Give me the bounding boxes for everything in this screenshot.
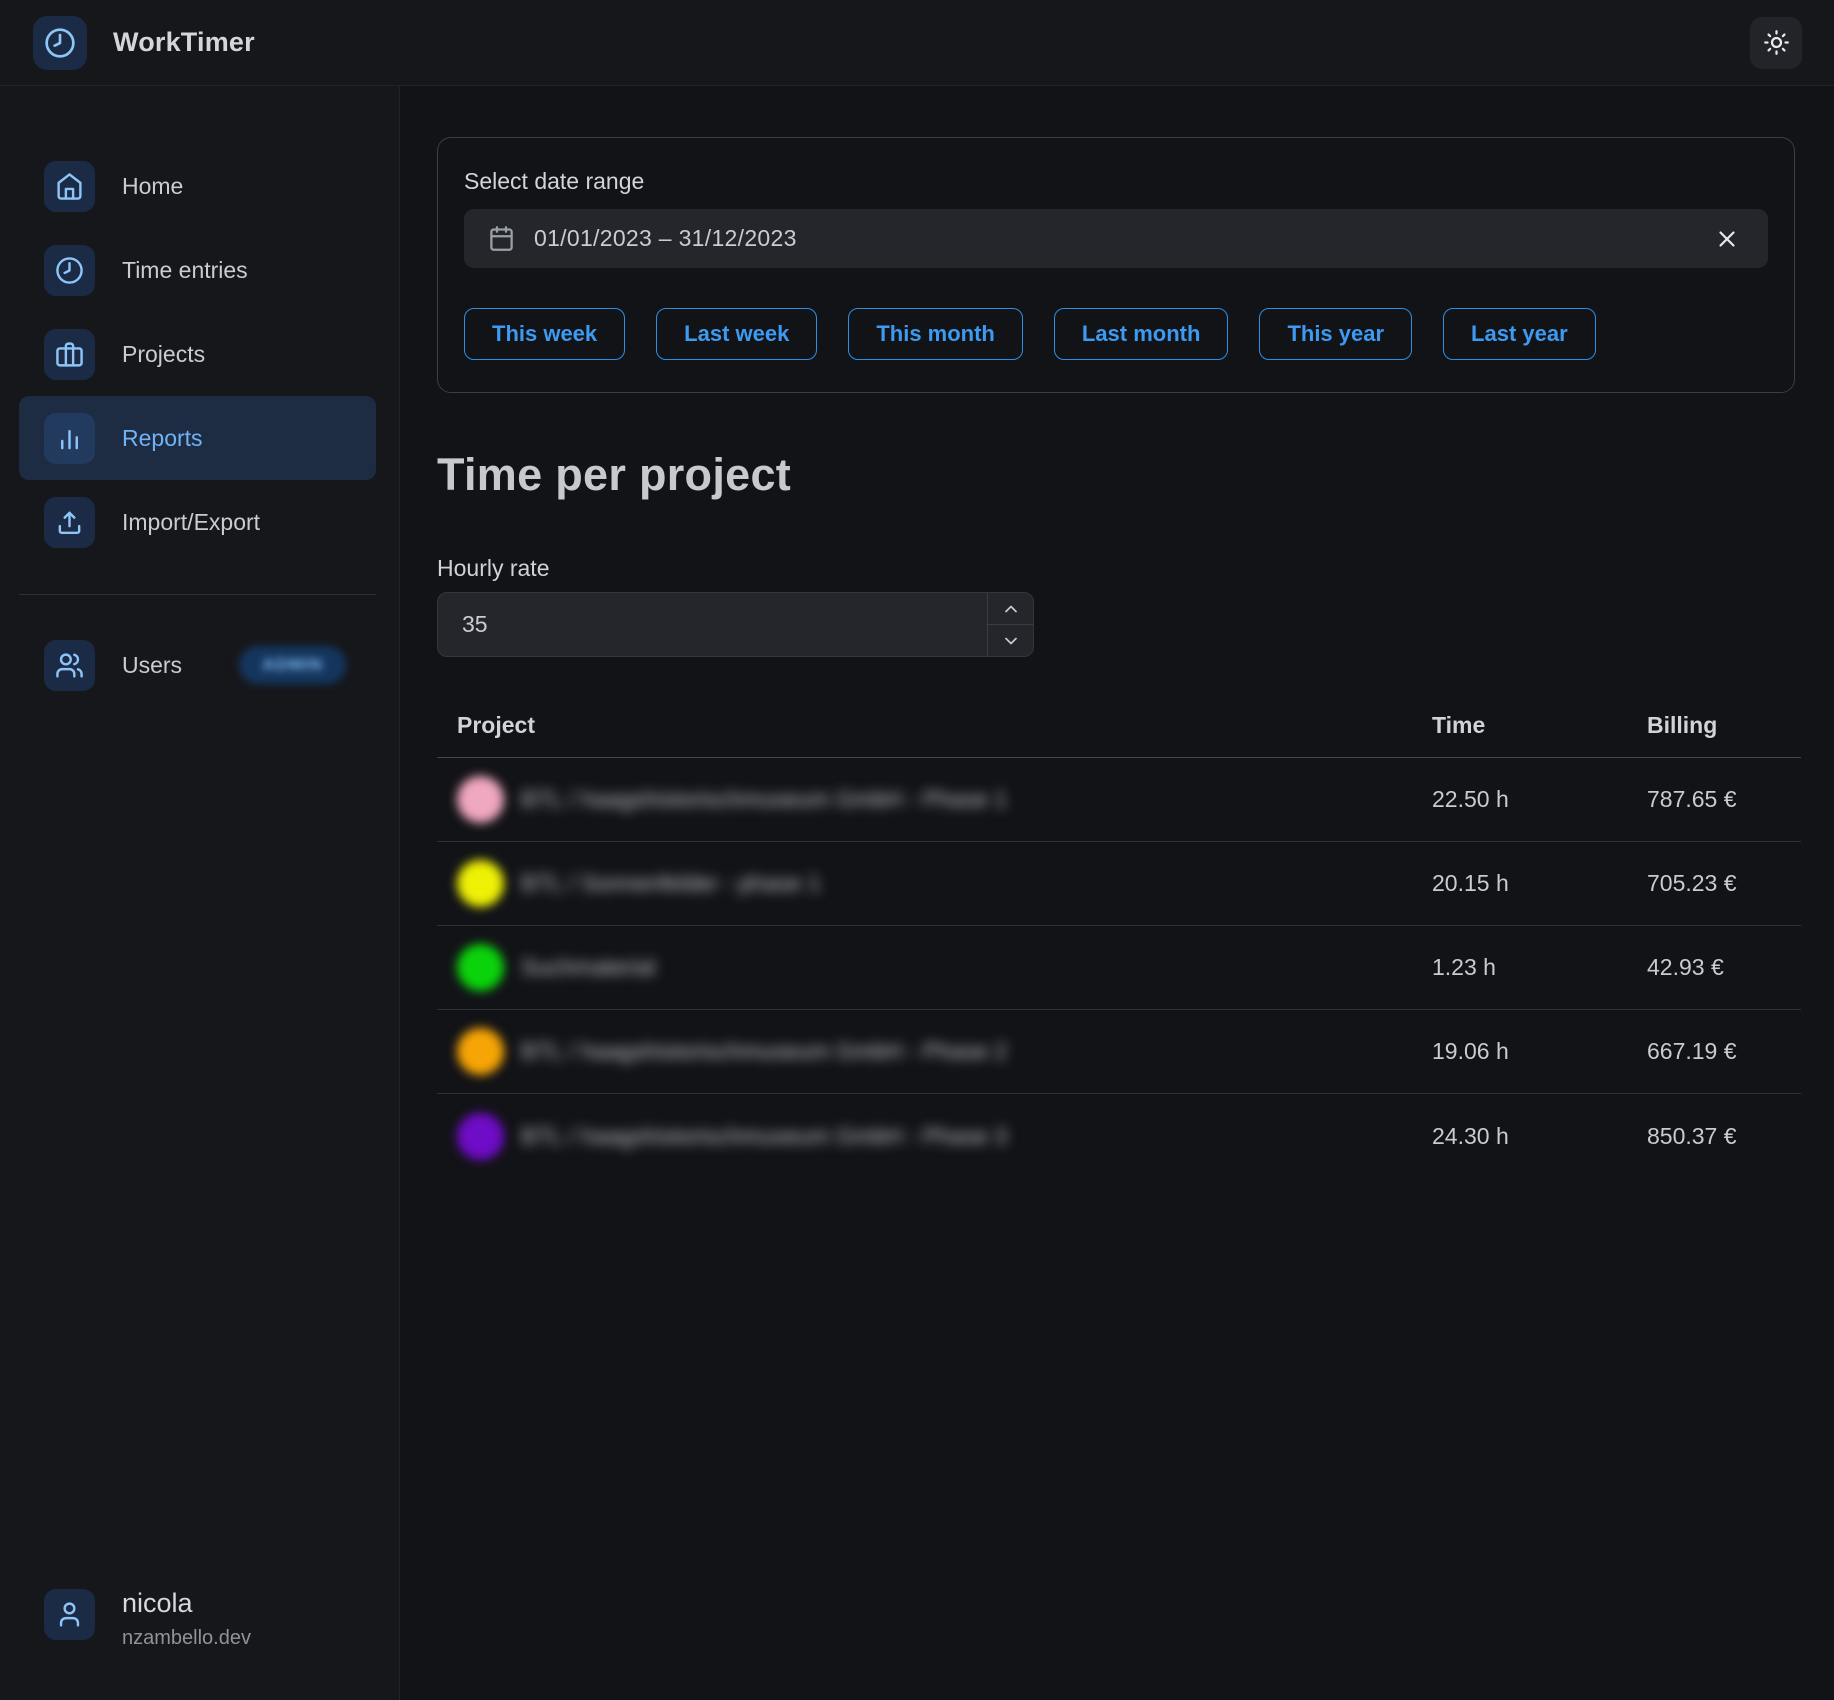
project-cell: Suchmaterial bbox=[437, 944, 1432, 991]
calendar-icon bbox=[488, 225, 515, 252]
chevron-up-icon bbox=[1001, 599, 1021, 619]
table-row: Suchmaterial 1.23 h 42.93 € bbox=[437, 926, 1801, 1010]
date-range-card: Select date range 01/01/2023 – 31/12/202… bbox=[437, 137, 1795, 393]
sidebar-item-time-entries[interactable]: Time entries bbox=[19, 228, 376, 312]
date-range-input[interactable]: 01/01/2023 – 31/12/2023 bbox=[464, 209, 1768, 268]
last-week-button[interactable]: Last week bbox=[656, 308, 817, 360]
this-year-button[interactable]: This year bbox=[1259, 308, 1412, 360]
sidebar-divider bbox=[19, 594, 376, 595]
sidebar-item-label: Reports bbox=[122, 425, 203, 452]
sidebar-item-projects[interactable]: Projects bbox=[19, 312, 376, 396]
sidebar-item-home[interactable]: Home bbox=[19, 144, 376, 228]
project-cell: BTL / haagshistorischmuseum GmbH - Phase… bbox=[437, 776, 1432, 823]
sidebar: Home Time entries Projects Reports Impor bbox=[0, 86, 400, 1700]
x-icon bbox=[1714, 226, 1740, 252]
page-title: Time per project bbox=[437, 449, 1795, 501]
time-cell: 20.15 h bbox=[1432, 870, 1647, 897]
project-name-redacted: Suchmaterial bbox=[521, 954, 655, 981]
billing-cell: 850.37 € bbox=[1647, 1123, 1801, 1150]
project-color-dot bbox=[457, 776, 504, 823]
column-header-project: Project bbox=[437, 712, 1432, 739]
time-cell: 22.50 h bbox=[1432, 786, 1647, 813]
project-color-dot bbox=[457, 1113, 504, 1160]
table-row: BTL / haagshistorischmuseum GmbH - Phase… bbox=[437, 1010, 1801, 1094]
project-cell: BTL / haagshistorischmuseum GmbH - Phase… bbox=[437, 1113, 1432, 1160]
hourly-rate-stepper bbox=[437, 592, 1034, 657]
last-month-button[interactable]: Last month bbox=[1054, 308, 1229, 360]
chevron-down-icon bbox=[1001, 631, 1021, 651]
billing-cell: 705.23 € bbox=[1647, 870, 1801, 897]
billing-cell: 667.19 € bbox=[1647, 1038, 1801, 1065]
sidebar-item-reports[interactable]: Reports bbox=[19, 396, 376, 480]
table-header: Project Time Billing bbox=[437, 712, 1801, 758]
briefcase-icon bbox=[44, 329, 95, 380]
theme-toggle-button[interactable] bbox=[1750, 17, 1802, 69]
project-name-redacted: BTL / haagshistorischmuseum GmbH - Phase… bbox=[521, 1038, 1007, 1065]
table-row: BTL / haagshistorischmuseum GmbH - Phase… bbox=[437, 1094, 1801, 1178]
project-name-redacted: BTL / haagshistorischmuseum GmbH - Phase… bbox=[521, 1123, 1007, 1150]
table-row: BTL / Sonnenfelder - phase 1 20.15 h 705… bbox=[437, 842, 1801, 926]
column-header-time: Time bbox=[1432, 712, 1647, 739]
user-profile[interactable]: nicola nzambello.dev bbox=[19, 1589, 376, 1650]
sidebar-item-users[interactable]: Users ADMIN bbox=[19, 623, 376, 707]
decrement-button[interactable] bbox=[988, 624, 1033, 656]
date-range-value: 01/01/2023 – 31/12/2023 bbox=[534, 225, 797, 252]
billing-cell: 787.65 € bbox=[1647, 786, 1801, 813]
clock-icon bbox=[44, 27, 76, 59]
home-icon bbox=[44, 161, 95, 212]
upload-icon bbox=[44, 497, 95, 548]
project-color-dot bbox=[457, 860, 504, 907]
project-name-redacted: BTL / haagshistorischmuseum GmbH - Phase… bbox=[521, 786, 1007, 813]
stepper-buttons bbox=[987, 593, 1033, 656]
time-cell: 19.06 h bbox=[1432, 1038, 1647, 1065]
bar-chart-icon bbox=[44, 413, 95, 464]
sidebar-spacer bbox=[0, 707, 399, 1589]
hourly-rate-label: Hourly rate bbox=[437, 555, 1795, 582]
user-profile-text: nicola nzambello.dev bbox=[122, 1589, 251, 1650]
sidebar-item-import-export[interactable]: Import/Export bbox=[19, 480, 376, 564]
sidebar-item-label: Projects bbox=[122, 341, 205, 368]
hourly-rate-input[interactable] bbox=[438, 593, 987, 656]
clear-date-range-button[interactable] bbox=[1710, 222, 1744, 256]
topbar: WorkTimer bbox=[0, 0, 1834, 86]
admin-badge: ADMIN bbox=[239, 646, 346, 684]
project-color-dot bbox=[457, 1028, 504, 1075]
increment-button[interactable] bbox=[988, 593, 1033, 624]
user-name: nicola bbox=[122, 1589, 251, 1619]
date-range-label: Select date range bbox=[464, 168, 1768, 195]
user-icon bbox=[44, 1589, 95, 1640]
time-cell: 1.23 h bbox=[1432, 954, 1647, 981]
sidebar-item-label: Time entries bbox=[122, 257, 248, 284]
billing-cell: 42.93 € bbox=[1647, 954, 1801, 981]
project-cell: BTL / Sonnenfelder - phase 1 bbox=[437, 860, 1432, 907]
table-row: BTL / haagshistorischmuseum GmbH - Phase… bbox=[437, 758, 1801, 842]
sidebar-item-label: Home bbox=[122, 173, 183, 200]
last-year-button[interactable]: Last year bbox=[1443, 308, 1596, 360]
time-per-project-table: Project Time Billing BTL / haagshistoris… bbox=[437, 712, 1801, 1178]
column-header-billing: Billing bbox=[1647, 712, 1801, 739]
clock-icon bbox=[44, 245, 95, 296]
sun-icon bbox=[1763, 29, 1790, 56]
sidebar-item-label: Import/Export bbox=[122, 509, 260, 536]
time-cell: 24.30 h bbox=[1432, 1123, 1647, 1150]
project-color-dot bbox=[457, 944, 504, 991]
app-logo bbox=[33, 16, 87, 70]
this-month-button[interactable]: This month bbox=[848, 308, 1023, 360]
sidebar-item-label: Users bbox=[122, 652, 182, 679]
quick-range-buttons: This week Last week This month Last mont… bbox=[464, 308, 1768, 360]
app-title: WorkTimer bbox=[113, 27, 255, 58]
user-domain: nzambello.dev bbox=[122, 1627, 251, 1650]
main-content: Select date range 01/01/2023 – 31/12/202… bbox=[400, 86, 1834, 1700]
project-name-redacted: BTL / Sonnenfelder - phase 1 bbox=[521, 870, 821, 897]
project-cell: BTL / haagshistorischmuseum GmbH - Phase… bbox=[437, 1028, 1432, 1075]
this-week-button[interactable]: This week bbox=[464, 308, 625, 360]
users-icon bbox=[44, 640, 95, 691]
